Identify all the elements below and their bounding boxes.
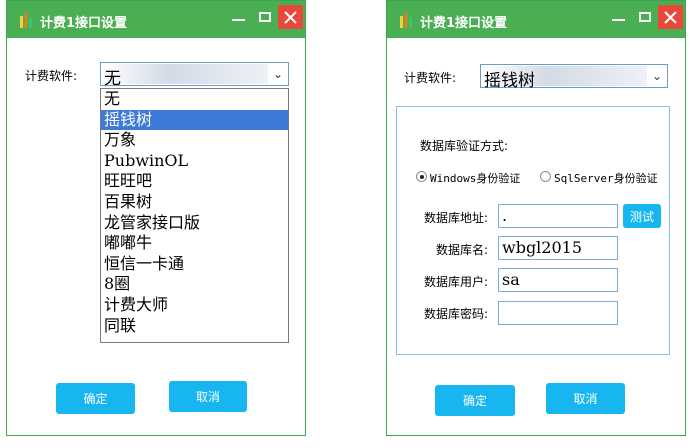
db-user-label: 数据库用户: bbox=[424, 275, 489, 289]
dropdown-option[interactable]: 百果树 bbox=[101, 192, 288, 213]
close-button[interactable] bbox=[278, 5, 303, 29]
maximize-button[interactable] bbox=[632, 5, 657, 29]
software-label: 计费软件: bbox=[404, 71, 457, 85]
software-select-value: 无 bbox=[104, 69, 121, 89]
db-user-input[interactable]: sa bbox=[498, 268, 618, 292]
app-icon bbox=[20, 13, 32, 28]
chevron-down-icon[interactable]: ⌄ bbox=[647, 65, 667, 87]
dropdown-option[interactable]: 无 bbox=[101, 89, 288, 110]
dropdown-option[interactable]: 旺旺吧 bbox=[101, 171, 288, 192]
windows-auth-label[interactable]: Windows身份验证 bbox=[430, 170, 520, 186]
maximize-icon bbox=[638, 12, 651, 22]
db-password-label: 数据库密码: bbox=[424, 307, 489, 321]
sqlserver-auth-label[interactable]: SqlServer身份验证 bbox=[554, 170, 658, 186]
cancel-button[interactable]: 取消 bbox=[546, 383, 625, 414]
db-address-input[interactable]: . bbox=[498, 204, 618, 228]
cancel-button[interactable]: 取消 bbox=[169, 381, 247, 412]
software-select-value: 摇钱树 bbox=[484, 71, 535, 91]
ok-button[interactable]: 确定 bbox=[56, 383, 135, 414]
dropdown-option[interactable]: 8圈 bbox=[101, 274, 288, 295]
chevron-down-icon[interactable]: ⌄ bbox=[268, 63, 288, 85]
windows-auth-radio[interactable] bbox=[416, 171, 427, 182]
dropdown-option[interactable]: 龙管家接口版 bbox=[101, 213, 288, 234]
dropdown-option[interactable]: 计费大师 bbox=[101, 295, 288, 316]
minimize-icon bbox=[232, 19, 245, 21]
minimize-icon bbox=[612, 19, 625, 21]
software-select[interactable]: 摇钱树 ⌄ bbox=[480, 64, 668, 91]
dropdown-option[interactable]: 万象 bbox=[101, 130, 288, 151]
database-settings-group: 数据库验证方式: Windows身份验证 SqlServer身份验证 数据库地址… bbox=[396, 106, 670, 355]
title-bar[interactable]: 计费1接口设置 bbox=[7, 1, 305, 38]
db-address-label: 数据库地址: bbox=[424, 211, 489, 225]
dropdown-option[interactable]: 同联 bbox=[101, 316, 288, 337]
sqlserver-auth-radio[interactable] bbox=[540, 171, 551, 182]
right-settings-window: 计费1接口设置 计费软件: 摇钱树 ⌄ 数据库验证方式: Windows身份验证… bbox=[386, 0, 686, 436]
dropdown-option[interactable]: 恒信一卡通 bbox=[101, 254, 288, 275]
db-password-input[interactable] bbox=[498, 301, 618, 325]
close-icon bbox=[664, 10, 677, 24]
minimize-button[interactable] bbox=[226, 5, 251, 29]
window-title: 计费1接口设置 bbox=[420, 16, 508, 31]
test-connection-button[interactable]: 测试 bbox=[623, 204, 661, 228]
dropdown-option[interactable]: 摇钱树 bbox=[101, 109, 288, 131]
dropdown-option[interactable]: 嘟嘟牛 bbox=[101, 233, 288, 254]
auth-heading: 数据库验证方式: bbox=[420, 139, 509, 153]
minimize-button[interactable] bbox=[606, 5, 631, 29]
maximize-button[interactable] bbox=[252, 5, 277, 29]
app-icon bbox=[400, 13, 412, 28]
software-dropdown-list[interactable]: 无摇钱树 万象 PubwinOL 旺旺吧 百果树 龙管家接口版 嘟嘟牛 恒信一卡通 8圈 计费大师… bbox=[100, 88, 289, 343]
left-settings-window: 计费1接口设置 计费软件: 无 ⌄ 无摇钱树 万象 PubwinOL 旺旺吧 百果树 龙管… bbox=[6, 0, 306, 436]
title-bar[interactable]: 计费1接口设置 bbox=[387, 1, 685, 38]
software-select[interactable]: 无 ⌄ bbox=[100, 62, 289, 89]
close-icon bbox=[284, 10, 297, 24]
dropdown-option[interactable]: PubwinOL bbox=[101, 151, 288, 172]
selection-gradient bbox=[102, 64, 268, 84]
db-name-label: 数据库名: bbox=[436, 243, 489, 257]
db-name-input[interactable]: wbgl2015 bbox=[498, 236, 618, 260]
software-label: 计费软件: bbox=[25, 69, 78, 83]
window-title: 计费1接口设置 bbox=[40, 16, 128, 31]
close-button[interactable] bbox=[658, 5, 683, 29]
ok-button[interactable]: 确定 bbox=[435, 385, 515, 416]
maximize-icon bbox=[258, 12, 271, 22]
